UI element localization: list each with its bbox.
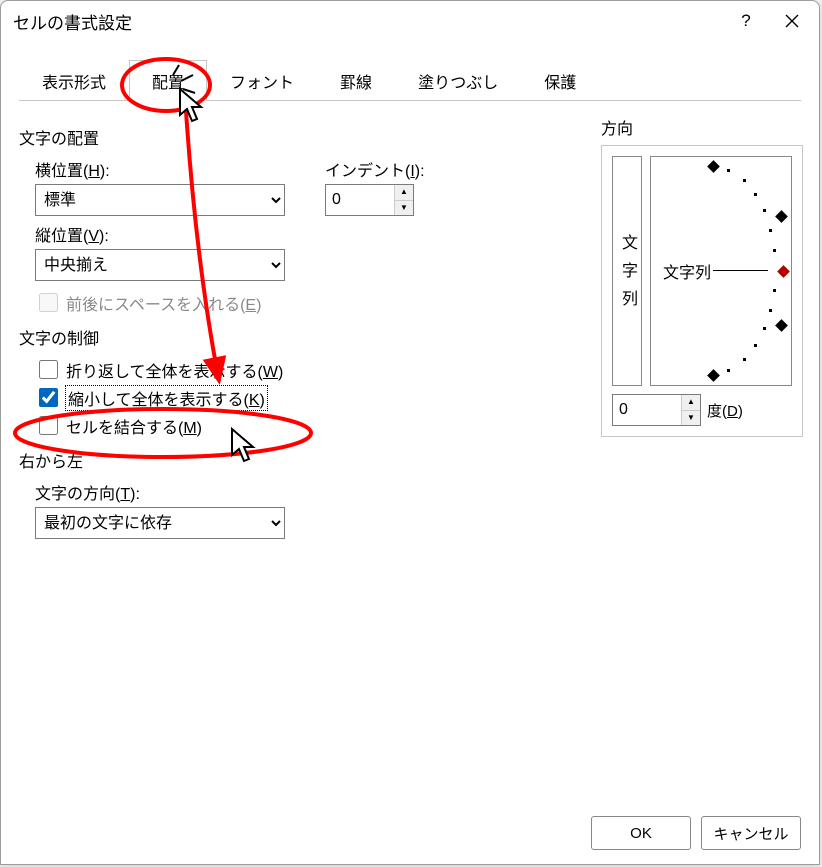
wrap-checkbox[interactable] bbox=[39, 360, 58, 379]
tab-alignment[interactable]: 配置 bbox=[129, 60, 207, 101]
dialog-title: セルの書式設定 bbox=[13, 9, 723, 34]
close-button[interactable] bbox=[769, 6, 815, 36]
horizontal-combo[interactable]: 標準 bbox=[35, 184, 285, 216]
vertical-label: 縦位置(V): bbox=[35, 222, 285, 246]
help-button[interactable]: ? bbox=[723, 6, 769, 36]
degree-label: 度(D) bbox=[707, 400, 743, 421]
indent-down[interactable]: ▼ bbox=[395, 201, 413, 216]
tab-strip: 表示形式 配置 フォント 罫線 塗りつぶし 保護 bbox=[19, 59, 801, 101]
orientation-dial-label: 文字列 bbox=[663, 259, 711, 283]
horizontal-label: 横位置(H): bbox=[35, 157, 285, 181]
group-text-control: 文字の制御 bbox=[19, 325, 591, 349]
tab-border[interactable]: 罫線 bbox=[317, 60, 395, 101]
indent-spinner[interactable]: ▲ ▼ bbox=[325, 184, 414, 216]
wrap-label: 折り返して全体を表示する(W) bbox=[66, 358, 283, 382]
group-rtl: 右から左 bbox=[19, 448, 591, 472]
orientation-dial[interactable]: 文字列 bbox=[650, 156, 792, 386]
alignment-panel: 文字の配置 横位置(H): 標準 bbox=[19, 115, 591, 545]
indent-up[interactable]: ▲ bbox=[395, 185, 413, 201]
ok-button[interactable]: OK bbox=[591, 816, 691, 850]
group-text-alignment: 文字の配置 bbox=[19, 125, 591, 149]
text-direction-label: 文字の方向(T): bbox=[35, 480, 591, 504]
orientation-panel: 方向 文字列 文字列 bbox=[591, 115, 801, 545]
tab-protection[interactable]: 保護 bbox=[521, 60, 599, 101]
indent-input[interactable] bbox=[326, 185, 394, 215]
close-icon bbox=[785, 14, 799, 28]
space-label: 前後にスペースを入れる(E) bbox=[66, 291, 261, 315]
degree-down[interactable]: ▼ bbox=[682, 411, 700, 426]
degree-up[interactable]: ▲ bbox=[682, 395, 700, 411]
group-orientation: 方向 bbox=[601, 115, 801, 139]
titlebar: セルの書式設定 ? bbox=[1, 1, 819, 40]
format-cells-dialog: セルの書式設定 ? 表示形式 配置 フォント 罫線 塗りつぶし 保護 文字の配置 bbox=[0, 0, 820, 865]
orientation-needle bbox=[713, 270, 768, 271]
space-checkbox bbox=[39, 293, 58, 312]
tab-font[interactable]: フォント bbox=[207, 60, 317, 101]
merge-label: セルを結合する(M) bbox=[66, 414, 202, 438]
shrink-label: 縮小して全体を表示する(K) bbox=[66, 386, 267, 410]
indent-label: インデント(I): bbox=[325, 157, 425, 181]
vertical-combo[interactable]: 中央揃え bbox=[35, 249, 285, 281]
tab-fill[interactable]: 塗りつぶし bbox=[395, 60, 521, 101]
cancel-button[interactable]: キャンセル bbox=[701, 816, 801, 850]
degree-spinner[interactable]: ▲ ▼ bbox=[612, 394, 701, 426]
orientation-vertical-button[interactable]: 文字列 bbox=[612, 156, 642, 386]
text-direction-combo[interactable]: 最初の文字に依存 bbox=[35, 507, 285, 539]
dialog-footer: OK キャンセル bbox=[591, 816, 801, 850]
tab-number-format[interactable]: 表示形式 bbox=[19, 60, 129, 101]
shrink-checkbox[interactable] bbox=[39, 388, 58, 407]
merge-checkbox[interactable] bbox=[39, 416, 58, 435]
degree-input[interactable] bbox=[613, 395, 681, 425]
